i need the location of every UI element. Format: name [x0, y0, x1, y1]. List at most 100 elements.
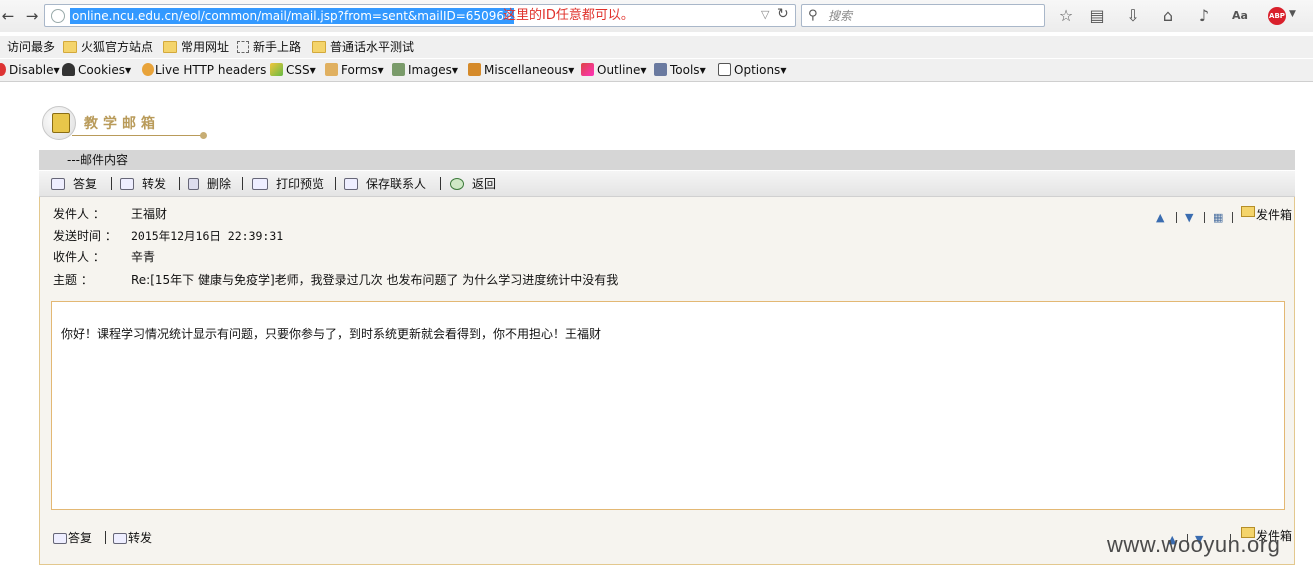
- reply-button[interactable]: 答复: [51, 176, 97, 192]
- page-icon: [237, 41, 249, 53]
- mailbox-title: 教学邮箱: [84, 116, 160, 132]
- control-separator: [1204, 212, 1205, 223]
- bookmarks-toolbar: 访问最多 火狐官方站点 常用网址 新手上路 普通话水平测试: [0, 36, 1313, 58]
- control-separator: [1176, 212, 1177, 223]
- image-icon: [392, 63, 405, 76]
- bookmark-most-visited[interactable]: 访问最多: [0, 39, 55, 55]
- print-preview-button[interactable]: 打印预览: [252, 176, 324, 192]
- book-icon: [468, 63, 481, 76]
- mail-body-text: 你好！课程学习情况统计显示有问题，只要你参与了，到时系统更新就会看得到，你不用担…: [61, 327, 602, 341]
- outbox-link[interactable]: 发件箱: [1241, 206, 1292, 223]
- contact-card-icon: [344, 178, 358, 190]
- time-label: 发送时间 ：: [53, 229, 117, 243]
- bookmark-firefox-site[interactable]: 火狐官方站点: [63, 39, 153, 55]
- address-bar[interactable]: online.ncu.edu.cn/eol/common/mail/mail.j…: [44, 4, 796, 27]
- next-mail-icon[interactable]: ▼: [1185, 211, 1193, 225]
- url-annotation: 这里的ID任意都可以。: [503, 8, 634, 23]
- toolbar-separator: [179, 177, 180, 190]
- toolbar-separator: [242, 177, 243, 190]
- url-dropdown-icon[interactable]: ▽: [761, 8, 769, 21]
- wd-live-http-headers[interactable]: Live HTTP headers: [142, 62, 266, 78]
- wd-miscellaneous-menu[interactable]: Miscellaneous▼: [468, 62, 574, 78]
- reload-icon[interactable]: ↻: [777, 6, 789, 22]
- back-arrow-icon[interactable]: ←: [0, 7, 16, 25]
- previous-mail-icon[interactable]: ▲: [1156, 211, 1164, 225]
- folder-icon: [1241, 206, 1255, 217]
- search-box[interactable]: ⚲ 搜索: [801, 4, 1045, 27]
- http-headers-icon: [142, 63, 154, 76]
- watermark: www.wooyun.org: [1107, 532, 1281, 557]
- wd-forms-menu[interactable]: Forms▼: [325, 62, 384, 78]
- bookmark-getting-started[interactable]: 新手上路: [237, 39, 301, 55]
- bookmark-mandarin-test[interactable]: 普通话水平测试: [312, 39, 414, 55]
- wd-images-menu[interactable]: Images▼: [392, 62, 458, 78]
- caret-down-icon: ▼: [699, 66, 706, 75]
- adblock-dropdown-icon[interactable]: ▼: [1289, 9, 1296, 19]
- to-value: 辛青: [131, 250, 156, 264]
- forward-arrow-icon[interactable]: →: [24, 7, 40, 25]
- adblock-icon[interactable]: ABP: [1268, 7, 1286, 25]
- mail-body: 你好！课程学习情况统计显示有问题，只要你参与了，到时系统更新就会看得到，你不用担…: [51, 301, 1285, 510]
- folder-icon: [63, 41, 77, 53]
- section-bar: ---邮件内容: [39, 150, 1295, 170]
- bookmark-common-urls[interactable]: 常用网址: [163, 39, 229, 55]
- toolbar-separator: [440, 177, 441, 190]
- caret-down-icon: ▼: [53, 66, 60, 75]
- reply-icon: [53, 533, 67, 544]
- subject-value: Re:[15年下 健康与免疫学]老师，我登录过几次 也发布问题了 为什么学习进度…: [131, 273, 619, 287]
- cookie-icon: [62, 63, 75, 76]
- bookmarks-list-icon[interactable]: ▤: [1087, 6, 1107, 26]
- forward-icon: [120, 178, 134, 190]
- caret-down-icon: ▼: [451, 66, 458, 75]
- printer-icon: [252, 178, 268, 190]
- wd-options-menu[interactable]: Options▼: [718, 62, 786, 78]
- subject-label: 主题 ：: [53, 273, 93, 287]
- wd-tools-menu[interactable]: Tools▼: [654, 62, 706, 78]
- mail-panel: 发件人 ： 王福财 发送时间 ： 2015年12月16日 22:39:31 收件…: [39, 197, 1295, 565]
- from-label: 发件人 ：: [53, 207, 105, 221]
- options-icon: [718, 63, 731, 76]
- caret-down-icon: ▼: [568, 66, 575, 75]
- download-icon[interactable]: ⇩: [1123, 6, 1143, 26]
- control-separator: [1232, 212, 1233, 223]
- search-input[interactable]: 搜索: [828, 8, 852, 24]
- back-icon: [450, 178, 464, 190]
- to-label: 收件人 ：: [53, 250, 105, 264]
- folder-icon: [163, 41, 177, 53]
- trash-icon[interactable]: ▦: [1213, 211, 1223, 225]
- trash-icon: [188, 178, 199, 190]
- disable-icon: [0, 63, 6, 76]
- bookmark-icon: [0, 41, 3, 53]
- globe-icon: [51, 9, 65, 23]
- folder-icon: [312, 41, 326, 53]
- footer-reply-button[interactable]: 答复: [53, 530, 92, 546]
- caret-down-icon: ▼: [309, 66, 316, 75]
- section-title: ---邮件内容: [67, 153, 128, 167]
- wd-outline-menu[interactable]: Outline▼: [581, 62, 647, 78]
- reader-mode-icon[interactable]: Aa: [1230, 6, 1250, 26]
- title-dot: [200, 132, 207, 139]
- web-developer-toolbar: Disable▼ Cookies▼ Live HTTP headers CSS▼…: [0, 59, 1313, 82]
- home-icon[interactable]: ⌂: [1158, 6, 1178, 26]
- from-value: 王福财: [131, 207, 168, 221]
- speaker-icon[interactable]: ♪: [1194, 6, 1214, 26]
- save-contact-button[interactable]: 保存联系人: [344, 176, 426, 192]
- bookmark-star-icon[interactable]: ☆: [1056, 6, 1076, 26]
- forward-button[interactable]: 转发: [120, 176, 166, 192]
- mail-toolbar: 答复 转发 删除 打印预览 保存联系人 返回: [39, 171, 1295, 197]
- caret-down-icon: ▼: [640, 66, 647, 75]
- browser-nav-bar: ← → online.ncu.edu.cn/eol/common/mail/ma…: [0, 0, 1313, 32]
- back-button[interactable]: 返回: [450, 176, 496, 192]
- caret-down-icon: ▼: [780, 66, 787, 75]
- caret-down-icon: ▼: [377, 66, 384, 75]
- wd-css-menu[interactable]: CSS▼: [270, 62, 316, 78]
- reply-icon: [51, 178, 65, 190]
- footer-forward-button[interactable]: 转发: [113, 530, 152, 546]
- wd-disable-menu[interactable]: Disable▼: [0, 62, 60, 78]
- url-text[interactable]: online.ncu.edu.cn/eol/common/mail/mail.j…: [70, 8, 514, 24]
- tools-icon: [654, 63, 667, 76]
- footer-separator: [105, 531, 106, 544]
- wd-cookies-menu[interactable]: Cookies▼: [62, 62, 131, 78]
- clipboard-icon: [325, 63, 338, 76]
- delete-button[interactable]: 删除: [188, 176, 231, 192]
